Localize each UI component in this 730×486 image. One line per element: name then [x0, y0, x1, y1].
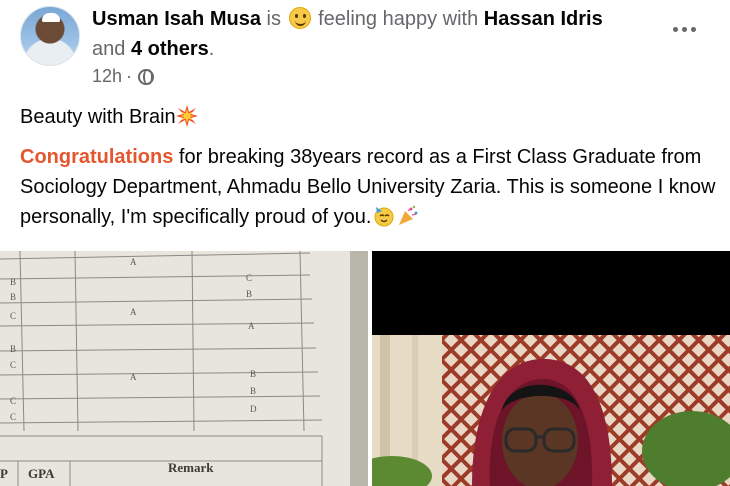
- footer-header-p: P: [0, 466, 8, 481]
- post-header-text: Usman Isah Musa is feeling happy with Ha…: [92, 4, 652, 64]
- grade-cell: D: [250, 404, 257, 414]
- dot-icon: [690, 26, 696, 32]
- congratulations-highlight[interactable]: Congratulations: [20, 146, 173, 168]
- grade-cell: B: [10, 292, 16, 302]
- avatar-cap: [42, 13, 60, 22]
- grade-cell: C: [246, 273, 252, 283]
- party-popper-emoji-icon: [399, 205, 418, 225]
- post-headline: Beauty with Brain: [20, 106, 176, 128]
- tagged-others-link[interactable]: 4 others: [131, 38, 209, 60]
- grade-cell: A: [130, 372, 137, 382]
- grade-cell: A: [130, 307, 137, 317]
- grade-cell: C: [10, 311, 16, 321]
- grade-cell: A: [248, 321, 255, 331]
- post-body: Beauty with Brain Congratulations for br…: [20, 102, 720, 242]
- grade-cell: B: [10, 277, 16, 287]
- collision-emoji-icon: [175, 105, 198, 127]
- meta-separator: ·: [126, 66, 133, 86]
- period: .: [208, 38, 215, 60]
- feeling-text: feeling happy with: [318, 8, 479, 30]
- tagged-friend[interactable]: Hassan Idris: [484, 8, 603, 30]
- dot-icon: [681, 26, 687, 32]
- grade-cell: B: [10, 344, 16, 354]
- post-message: Congratulations for breaking 38years rec…: [20, 142, 720, 232]
- smile-emoji-icon: [288, 7, 311, 29]
- post-photos: B B C B C C C A A A C B A B B D P GPA Re…: [0, 251, 730, 486]
- partying-face-emoji-icon: [374, 207, 394, 227]
- author-avatar[interactable]: [20, 6, 80, 66]
- grade-cell: B: [250, 369, 256, 379]
- footer-header-gpa: GPA: [28, 466, 55, 481]
- portrait-photo[interactable]: [372, 251, 730, 486]
- grade-cell: B: [250, 386, 256, 396]
- grade-cell: C: [10, 360, 16, 370]
- transcript-photo[interactable]: B B C B C C C A A A C B A B B D P GPA Re…: [0, 251, 368, 486]
- dot-icon: [672, 26, 678, 32]
- more-options-button[interactable]: [670, 20, 698, 38]
- footer-header-remark: Remark: [168, 460, 214, 475]
- post-header: Usman Isah Musa is feeling happy with Ha…: [20, 4, 720, 94]
- grade-cell: A: [130, 257, 137, 267]
- is-text: is: [266, 8, 281, 30]
- grade-cell: C: [10, 396, 16, 406]
- post-time[interactable]: 12h: [92, 66, 122, 87]
- grade-cell: B: [246, 289, 252, 299]
- graduate-portrait: [372, 251, 730, 486]
- transcript-document: B B C B C C C A A A C B A B B D P GPA Re…: [0, 251, 368, 486]
- and-text: and: [92, 38, 126, 60]
- post-line-1: Beauty with Brain: [20, 102, 720, 132]
- grade-cell: C: [10, 412, 16, 422]
- post-meta: 12h ·: [92, 66, 155, 87]
- author-name[interactable]: Usman Isah Musa: [92, 8, 261, 30]
- globe-icon[interactable]: [138, 68, 155, 85]
